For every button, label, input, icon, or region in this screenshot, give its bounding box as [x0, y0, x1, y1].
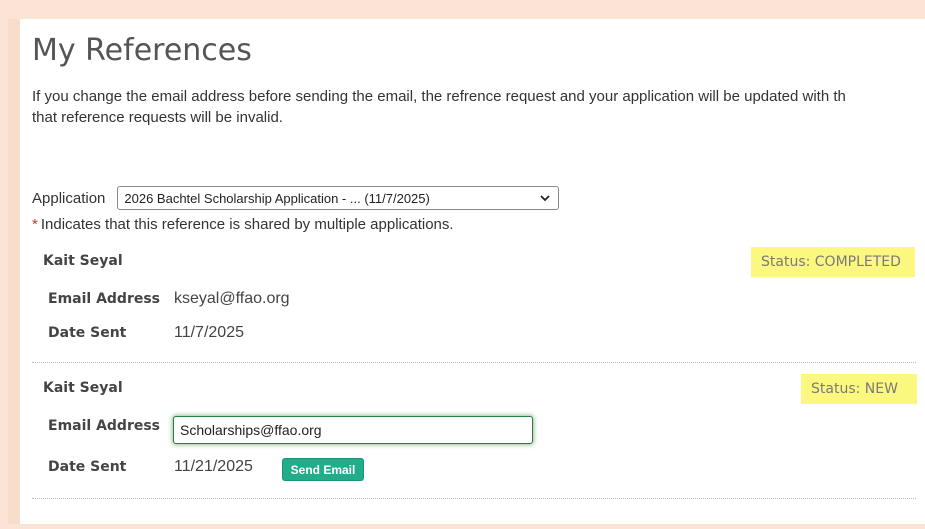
status-badge: Status: NEW	[801, 374, 917, 404]
application-row: Application 2026 Bachtel Scholarship App…	[32, 186, 560, 210]
application-select-value: 2026 Bachtel Scholarship Application - .…	[124, 190, 430, 206]
intro-line-1: If you change the email address before s…	[32, 88, 846, 105]
email-address-value: kseyal@ffao.org	[174, 290, 290, 307]
date-sent-value: 11/21/2025	[174, 458, 253, 475]
reference-divider	[32, 362, 916, 363]
shared-note-text: Indicates that this reference is shared …	[40, 216, 454, 233]
send-email-button[interactable]: Send Email	[282, 458, 364, 481]
date-sent-label: Date Sent	[48, 325, 127, 341]
shared-reference-note: * Indicates that this reference is shared…	[32, 216, 454, 233]
status-badge: Status: COMPLETED	[751, 247, 915, 277]
chevron-down-icon	[540, 194, 551, 201]
page-title: My References	[32, 33, 252, 68]
references-panel: My References If you change the email ad…	[20, 19, 925, 524]
reference-name: Kait Seyal	[43, 253, 123, 269]
email-address-input[interactable]	[173, 416, 533, 444]
application-label: Application	[32, 189, 106, 207]
intro-text: If you change the email address before s…	[32, 86, 925, 128]
date-sent-value: 11/7/2025	[174, 324, 244, 341]
application-select[interactable]: 2026 Bachtel Scholarship Application - .…	[117, 186, 560, 210]
email-address-label: Email Address	[48, 291, 161, 307]
shared-asterisk: *	[32, 216, 38, 233]
reference-divider	[32, 498, 916, 499]
frame-left-shade	[8, 19, 20, 524]
date-sent-label: Date Sent	[48, 459, 127, 475]
email-address-label: Email Address	[48, 418, 161, 434]
reference-name: Kait Seyal	[43, 380, 123, 396]
intro-line-2: that reference requests will be invalid.	[32, 109, 283, 126]
